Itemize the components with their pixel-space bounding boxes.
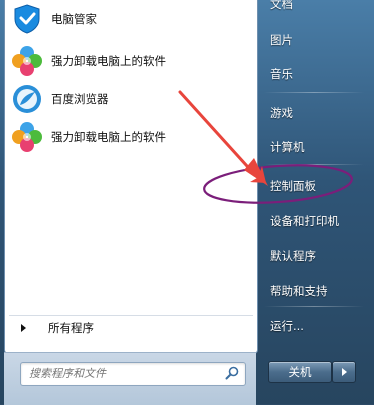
right-item-label: 控制面板 [270,179,316,193]
right-item-music[interactable]: 音乐 [262,59,370,89]
programs-panel: 电脑管家 强力卸载电脑上的软件 百度浏览器 强力卸载电脑上的软件 所有程序 [4,0,258,354]
right-item-label: 默认程序 [270,249,316,263]
program-label: 强力卸载电脑上的软件 [51,130,166,144]
right-item-label: 帮助和支持 [270,284,328,298]
program-item-baidu-browser[interactable]: 百度浏览器 [9,81,253,117]
right-item-label: 运行... [270,319,304,333]
right-item-label: 音乐 [270,67,293,81]
shutdown-label: 关机 [288,365,312,379]
program-label: 电脑管家 [51,12,97,26]
all-programs-button[interactable]: 所有程序 [9,315,253,340]
right-item-label: 图片 [270,33,293,47]
right-separator [264,92,364,93]
right-item-default-programs[interactable]: 默认程序 [262,241,370,271]
right-item-control-panel[interactable]: 控制面板 [262,171,370,201]
tencent-pc-manager-icon [11,3,43,35]
right-item-computer[interactable]: 计算机 [262,132,370,162]
search-area [4,352,256,405]
uninstaller-icon [11,45,43,77]
program-item-uninstaller-1[interactable]: 强力卸载电脑上的软件 [9,43,253,79]
right-separator [264,164,364,165]
baidu-browser-icon [11,83,43,115]
right-item-label: 游戏 [270,106,293,120]
all-programs-label: 所有程序 [48,321,94,335]
uninstaller-icon [11,121,43,153]
shutdown-button[interactable]: 关机 [268,361,332,383]
right-separator [264,306,364,307]
right-item-documents[interactable]: 文档 [262,0,370,19]
right-item-label: 设备和打印机 [270,214,339,228]
program-label: 百度浏览器 [51,92,109,106]
search-input[interactable] [21,363,219,383]
search-icon[interactable] [225,366,239,380]
program-item-pc-manager[interactable]: 电脑管家 [9,1,253,37]
right-item-pictures[interactable]: 图片 [262,25,370,55]
right-item-help-support[interactable]: 帮助和支持 [262,276,370,306]
right-item-label: 计算机 [270,140,305,154]
program-item-uninstaller-2[interactable]: 强力卸载电脑上的软件 [9,119,253,155]
expand-arrow-icon [21,324,26,332]
shutdown-options-button[interactable] [332,361,356,383]
program-label: 强力卸载电脑上的软件 [51,54,166,68]
right-item-devices-printers[interactable]: 设备和打印机 [262,206,370,236]
right-item-label: 文档 [270,0,293,11]
right-item-games[interactable]: 游戏 [262,98,370,128]
chevron-right-icon [342,368,347,376]
search-box[interactable] [20,362,246,386]
right-item-run[interactable]: 运行... [262,311,370,341]
